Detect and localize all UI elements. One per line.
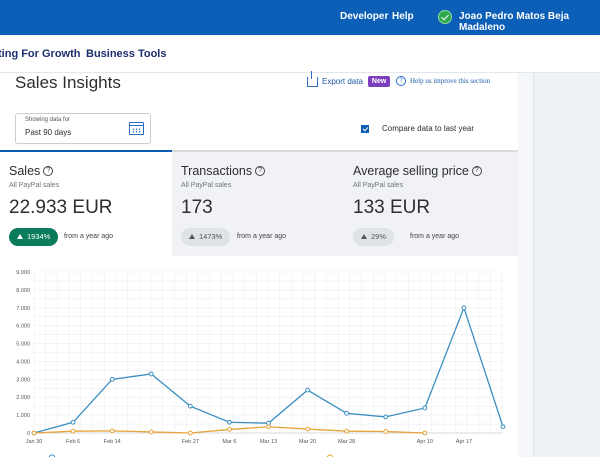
chat-help-icon: ? xyxy=(396,76,406,86)
new-badge: New xyxy=(367,76,391,87)
y-tick-label: 7.000 xyxy=(16,306,30,312)
data-point xyxy=(305,387,310,393)
sales-line-chart: 0 1.000 2.000 3.000 4.000 5.000 6.000 7.000 8.00… xyxy=(0,262,518,457)
top-navigation-bar: Developer Help Joao Pedro Matos Beja Mad… xyxy=(0,0,600,35)
y-tick-label: 1.000 xyxy=(16,413,30,419)
data-point xyxy=(422,405,428,411)
data-point xyxy=(109,376,115,382)
compare-last-year-toggle[interactable]: Compare data to last year xyxy=(361,124,474,133)
x-tick-label: Mar 6 xyxy=(222,439,236,445)
up-arrow-icon xyxy=(189,234,195,239)
x-tick-label: Mar 20 xyxy=(299,439,316,445)
data-point xyxy=(266,424,271,430)
transactions-from-label: from a year ago xyxy=(237,233,287,240)
average-price-from-label: from a year ago xyxy=(410,233,460,240)
transactions-card[interactable]: Transactions ? All PayPal sales 173 1473… xyxy=(172,150,344,256)
data-point xyxy=(227,419,232,425)
data-point xyxy=(344,428,350,434)
y-tick-label: 3.000 xyxy=(16,377,30,383)
data-point xyxy=(70,419,76,425)
x-tick-label: Feb 6 xyxy=(66,439,80,445)
data-point xyxy=(500,424,506,430)
sales-change-value: 1934% xyxy=(27,232,51,241)
x-tick-label: Apr 17 xyxy=(456,439,472,445)
user-name[interactable]: Joao Pedro Matos Beja Madaleno xyxy=(459,11,600,33)
info-icon[interactable]: ? xyxy=(471,166,482,176)
y-tick-label: 6.000 xyxy=(16,324,30,330)
sales-title-text: Sales xyxy=(9,164,41,178)
average-price-card-title: Average selling price ? xyxy=(353,164,482,178)
page-title: Sales Insights xyxy=(15,73,121,92)
data-point xyxy=(148,371,154,377)
developer-link[interactable]: Developer xyxy=(340,11,388,22)
help-link[interactable]: Help xyxy=(392,11,414,22)
up-arrow-icon xyxy=(17,234,23,239)
info-icon[interactable]: ? xyxy=(255,166,266,176)
x-tick-label: Feb 27 xyxy=(182,439,199,445)
data-point xyxy=(383,414,389,420)
transactions-card-subtitle: All PayPal sales xyxy=(181,182,232,189)
info-icon[interactable]: ? xyxy=(43,166,54,176)
sales-change-badge: 1934% xyxy=(9,228,59,246)
compare-label: Compare data to last year xyxy=(382,124,475,133)
y-tick-label: 0 xyxy=(27,431,30,437)
nav-marketing-for-growth[interactable]: ting For Growth xyxy=(0,48,80,60)
transactions-card-value: 173 xyxy=(181,197,213,218)
average-price-change-value: 29% xyxy=(371,232,387,241)
sales-card[interactable]: Sales ? All PayPal sales 22.933 EUR 1934… xyxy=(0,150,172,256)
average-price-title-text: Average selling price xyxy=(353,164,469,178)
date-range-value: Past 90 days xyxy=(25,128,72,137)
data-point xyxy=(31,430,37,436)
data-point xyxy=(422,430,428,436)
average-price-card[interactable]: Average selling price ? All PayPal sales… xyxy=(344,150,518,256)
data-point xyxy=(227,427,232,432)
average-price-card-value: 133 EUR xyxy=(353,197,431,218)
data-point xyxy=(70,428,76,434)
nav-business-tools[interactable]: Business Tools xyxy=(86,48,166,60)
export-icon xyxy=(307,70,318,87)
transactions-change-badge: 1473% xyxy=(181,228,231,246)
average-price-card-subtitle: All PayPal sales xyxy=(353,182,404,189)
help-improve-link[interactable]: ? Help us improve this section xyxy=(396,76,490,86)
y-tick-label: 8.000 xyxy=(16,288,30,294)
data-point xyxy=(383,429,389,434)
help-improve-label: Help us improve this section xyxy=(410,77,491,85)
x-tick-label: Mar 13 xyxy=(260,439,277,445)
sales-from-label: from a year ago xyxy=(64,233,114,240)
date-range-label: Showing data for xyxy=(25,117,71,123)
transactions-card-title: Transactions ? xyxy=(181,164,266,178)
date-range-picker[interactable]: Showing data for Past 90 days xyxy=(15,113,151,144)
data-point xyxy=(109,428,115,434)
data-point xyxy=(305,426,310,432)
sales-card-subtitle: All PayPal sales xyxy=(9,182,60,189)
y-tick-label: 9.000 xyxy=(16,270,30,276)
x-tick-label: Apr 10 xyxy=(417,439,433,445)
sales-card-value: 22.933 EUR xyxy=(9,197,113,218)
export-data-label: Export data xyxy=(322,77,363,86)
transactions-title-text: Transactions xyxy=(181,164,253,178)
transactions-change-value: 1473% xyxy=(199,232,223,241)
compare-checkbox[interactable] xyxy=(361,124,369,133)
x-tick-label: Mar 28 xyxy=(338,439,355,445)
data-point xyxy=(187,430,193,436)
verified-user-icon xyxy=(438,10,452,24)
data-point xyxy=(344,410,350,416)
y-tick-label: 5.000 xyxy=(16,342,30,348)
x-tick-label: Jan 30 xyxy=(26,439,43,445)
data-point xyxy=(148,429,154,435)
sales-card-title: Sales ? xyxy=(9,164,54,178)
calendar-icon[interactable] xyxy=(129,122,144,135)
x-tick-label: Feb 14 xyxy=(104,439,121,445)
right-side-panel xyxy=(533,73,600,457)
y-tick-label: 4.000 xyxy=(16,359,30,365)
y-tick-label: 2.000 xyxy=(16,395,30,401)
data-point xyxy=(461,305,467,311)
data-point xyxy=(187,403,193,409)
export-data-link[interactable]: Export data New xyxy=(307,70,391,87)
up-arrow-icon xyxy=(361,234,367,239)
secondary-navigation: ting For Growth Business Tools xyxy=(0,35,600,73)
metric-cards: Sales ? All PayPal sales 22.933 EUR 1934… xyxy=(0,150,518,256)
average-price-change-badge: 29% xyxy=(353,228,395,246)
